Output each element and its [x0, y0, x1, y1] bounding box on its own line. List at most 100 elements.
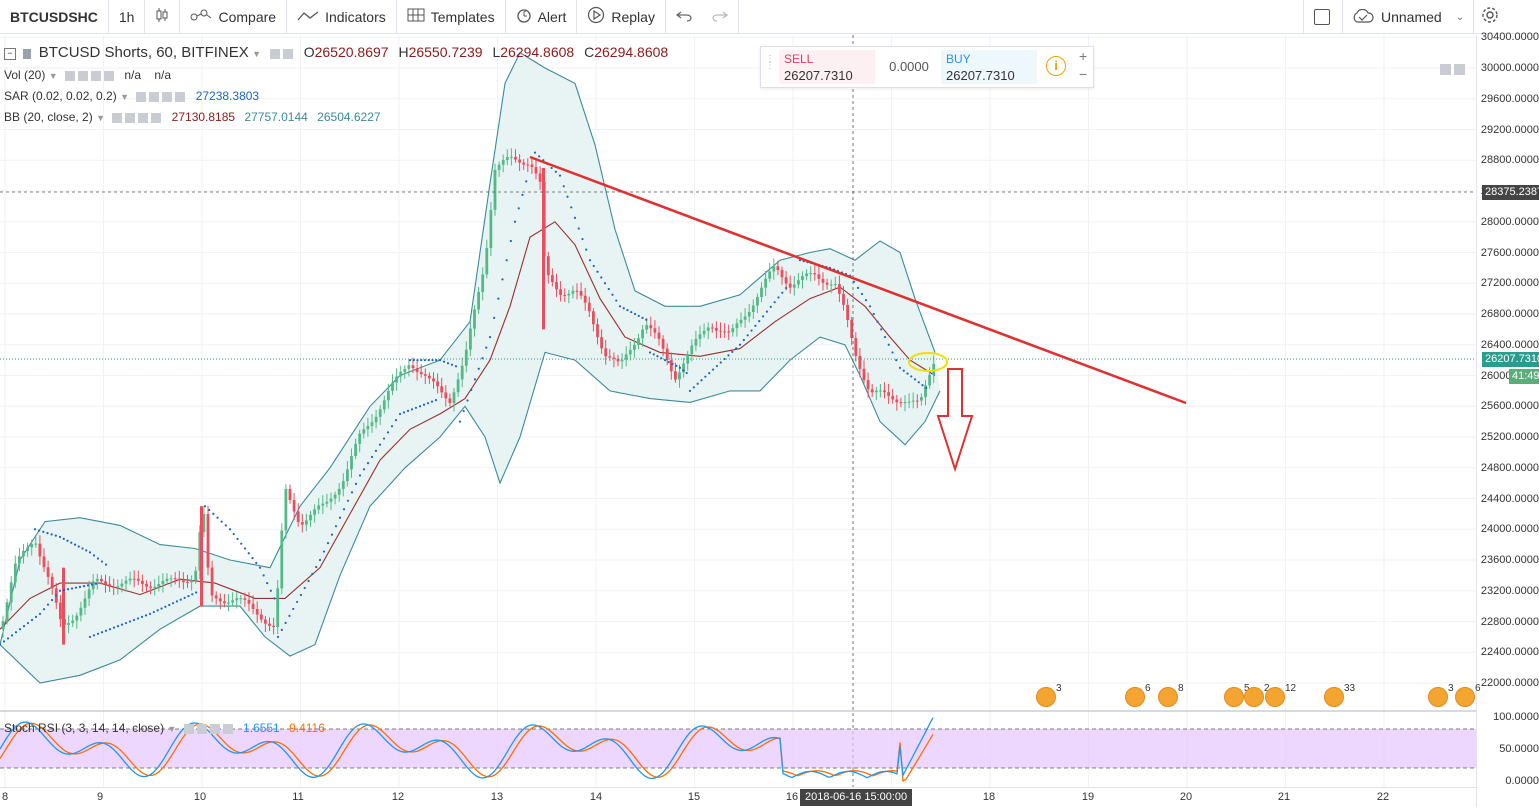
redo-button[interactable]: [702, 0, 739, 34]
sar-dot: [641, 316, 644, 319]
sar-dot: [350, 491, 354, 494]
close-icon[interactable]: [138, 112, 149, 123]
indicator-dropdown-icon[interactable]: ▼: [167, 724, 176, 734]
candle-body: [821, 278, 825, 283]
sar-dot: [33, 528, 37, 531]
indicators-icon: [297, 9, 319, 25]
interval-selector[interactable]: 1h: [109, 0, 146, 34]
alert-button[interactable]: Alert: [506, 0, 578, 34]
candle-body: [387, 390, 390, 401]
compare-button[interactable]: Compare: [180, 0, 288, 34]
close-icon[interactable]: [90, 70, 101, 81]
more-icon[interactable]: [103, 70, 114, 81]
candle-body: [756, 297, 759, 306]
economic-event-icon[interactable]: [1125, 687, 1145, 707]
candle-body: [436, 381, 439, 387]
eye-icon[interactable]: [183, 723, 194, 734]
sar-dot: [648, 351, 652, 354]
sar-legend[interactable]: SAR (0.02, 0.02, 0.2) ▼ 27238.3803: [4, 89, 259, 103]
chart-style-button[interactable]: [145, 0, 181, 34]
symbol-selector[interactable]: BTCUSDSHC: [0, 0, 109, 34]
candle-body: [206, 514, 210, 568]
more-icon[interactable]: [151, 112, 162, 123]
indicators-button[interactable]: Indicators: [287, 0, 397, 34]
vol-legend[interactable]: Vol (20) ▼ n/a n/a: [4, 68, 171, 82]
indicators-label: Indicators: [325, 8, 386, 25]
sar-dot: [362, 468, 366, 471]
candle-body: [59, 602, 62, 620]
series-dropdown-icon[interactable]: ▼: [252, 49, 261, 59]
candle-body: [797, 280, 800, 285]
fullscreen-toggle[interactable]: [1303, 0, 1340, 34]
sar-dot: [485, 346, 488, 349]
price-axis[interactable]: 30400.0000 30000.0000 29600.0000 29200.0000…: [1476, 31, 1539, 807]
indicator-dropdown-icon[interactable]: ▼: [49, 71, 58, 81]
bb-legend[interactable]: BB (20, close, 2) ▼ 27130.8185 27757.014…: [4, 110, 381, 124]
sar-dot: [124, 621, 128, 625]
chart-grid: [0, 35, 1476, 787]
settings-small-icon[interactable]: [125, 112, 136, 123]
candle-body: [723, 331, 726, 333]
indicator-dropdown-icon[interactable]: ▼: [120, 92, 129, 102]
economic-event-icon[interactable]: [1244, 687, 1264, 707]
minus-button[interactable]: −: [1079, 66, 1087, 82]
buy-button[interactable]: BUY 26207.7310: [941, 50, 1037, 84]
close-icon[interactable]: [162, 91, 173, 102]
sar-dot: [258, 566, 262, 569]
indicator-dropdown-icon[interactable]: ▼: [96, 113, 105, 123]
candle-body: [715, 327, 718, 331]
sar-dot: [454, 365, 458, 368]
economic-event-icon[interactable]: [1265, 687, 1285, 707]
time-axis[interactable]: 8 9 10 11 12 13 14 15 16 18 19 20 21 22: [0, 787, 1476, 808]
economic-event-icon[interactable]: [1224, 687, 1244, 707]
undo-button[interactable]: [666, 0, 702, 34]
candle-body: [169, 578, 173, 580]
scroll-up-icon[interactable]: [1440, 64, 1451, 75]
more-icon[interactable]: [222, 723, 233, 734]
candle-body: [497, 164, 501, 170]
eye-icon[interactable]: [270, 48, 281, 59]
candle-body: [300, 522, 304, 525]
plus-button[interactable]: +: [1079, 48, 1087, 64]
sar-dot: [338, 516, 342, 519]
candle-body: [825, 282, 829, 285]
layout-menu[interactable]: Unnamed ⌄: [1342, 0, 1472, 34]
economic-event-icon[interactable]: [1324, 687, 1344, 707]
close-icon[interactable]: [209, 723, 220, 734]
templates-button[interactable]: Templates: [397, 0, 506, 34]
settings-small-icon[interactable]: [149, 91, 160, 102]
economic-event-icon[interactable]: [1036, 687, 1056, 707]
scroll-down-icon[interactable]: [1454, 64, 1465, 75]
economic-event-icon[interactable]: [1428, 687, 1448, 707]
drag-handle-icon[interactable]: ⋮ ⋮: [765, 55, 775, 71]
sar-dot: [288, 614, 291, 618]
candle-body: [341, 481, 345, 489]
candle-body: [317, 505, 321, 510]
time-tick-label: 11: [292, 791, 304, 803]
sell-button[interactable]: SELL 26207.7310: [779, 50, 875, 84]
settings-small-icon[interactable]: [283, 48, 294, 59]
economic-event-icon[interactable]: [1455, 687, 1475, 707]
economic-event-icon[interactable]: [1158, 687, 1178, 707]
eye-icon[interactable]: [64, 70, 75, 81]
sar-dot: [136, 617, 140, 620]
candle-body: [555, 281, 558, 290]
candle-body: [809, 273, 813, 275]
collapse-legend-icon[interactable]: −: [4, 47, 16, 60]
candle-body: [665, 348, 669, 361]
series-title[interactable]: BTCUSD Shorts, 60, BITFINEX: [39, 44, 249, 61]
replay-button[interactable]: Replay: [577, 0, 666, 34]
settings-small-icon[interactable]: [77, 70, 88, 81]
eye-icon[interactable]: [112, 112, 123, 123]
candle-body: [501, 160, 505, 165]
stoch-legend[interactable]: Stoch RSI (3, 3, 14, 14, close) ▼ 1.6551…: [4, 721, 325, 735]
info-icon[interactable]: i: [1046, 56, 1066, 76]
sar-dot: [509, 239, 512, 243]
more-icon[interactable]: [175, 91, 186, 102]
eye-icon[interactable]: [136, 91, 147, 102]
sar-dot: [116, 625, 120, 628]
settings-small-icon[interactable]: [196, 723, 207, 734]
candle-body: [694, 338, 698, 346]
settings-button[interactable]: [1473, 0, 1506, 34]
candle-body: [428, 375, 431, 379]
